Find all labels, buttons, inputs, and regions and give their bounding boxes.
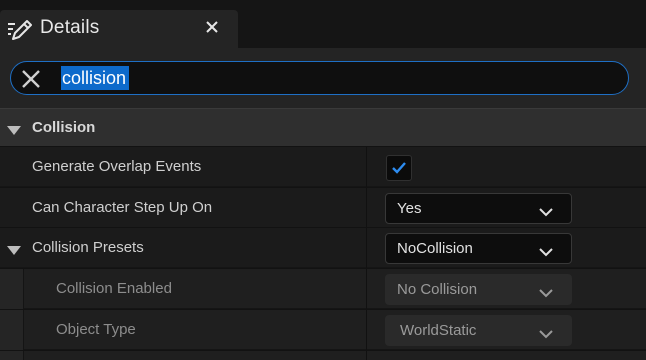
property-label: Collision Presets — [32, 239, 144, 256]
close-icon[interactable] — [204, 19, 220, 35]
chevron-down-icon — [538, 204, 554, 217]
tab-bar: Details — [0, 0, 646, 48]
search-area: collision — [0, 48, 646, 108]
property-label: Generate Overlap Events — [32, 158, 202, 175]
indent-guide — [0, 351, 24, 360]
column-divider[interactable] — [366, 188, 367, 228]
chevron-down-icon — [538, 285, 554, 298]
generate-overlap-events-checkbox[interactable] — [386, 155, 412, 181]
dropdown-value: WorldStatic — [400, 322, 477, 339]
search-query-text[interactable]: collision — [61, 66, 130, 90]
category-collision[interactable]: Collision — [0, 108, 646, 146]
property-label: Object Type — [56, 321, 136, 338]
expand-arrow-icon[interactable] — [7, 123, 21, 135]
indent-guide — [0, 310, 24, 350]
column-divider[interactable] — [366, 147, 367, 187]
property-row-can-character-step-up-on: Can Character Step Up On Yes — [0, 187, 646, 228]
property-row-collision-enabled: Collision Enabled No Collision — [0, 268, 646, 309]
property-row-object-type: Object Type WorldStatic — [0, 309, 646, 350]
collision-enabled-dropdown: No Collision — [385, 274, 572, 305]
column-divider[interactable] — [366, 228, 367, 268]
property-row-collision-presets: Collision Presets NoCollision — [0, 227, 646, 268]
dropdown-value: NoCollision — [397, 240, 473, 257]
next-row-partial — [0, 350, 646, 360]
can-character-step-up-on-dropdown[interactable]: Yes — [385, 193, 572, 224]
column-divider[interactable] — [366, 310, 367, 350]
chevron-down-icon — [538, 326, 554, 339]
pencil-details-icon — [6, 17, 32, 41]
dropdown-value: No Collision — [397, 281, 478, 298]
tab-title: Details — [40, 17, 100, 38]
details-tab[interactable]: Details — [0, 10, 238, 48]
chevron-down-icon — [538, 244, 554, 257]
column-divider — [366, 351, 367, 360]
property-label: Can Character Step Up On — [32, 199, 213, 216]
clear-x-icon[interactable] — [21, 69, 41, 89]
checkmark-icon — [392, 162, 406, 174]
collision-presets-dropdown[interactable]: NoCollision — [385, 233, 572, 264]
property-row-generate-overlap-events: Generate Overlap Events — [0, 146, 646, 187]
column-divider[interactable] — [366, 269, 367, 309]
dropdown-value: Yes — [397, 200, 422, 217]
indent-guide — [0, 269, 24, 309]
object-type-dropdown: WorldStatic — [385, 315, 572, 346]
property-label: Collision Enabled — [56, 280, 172, 297]
expand-arrow-icon[interactable] — [7, 243, 21, 255]
search-input[interactable]: collision — [10, 61, 629, 95]
category-label: Collision — [32, 119, 96, 136]
